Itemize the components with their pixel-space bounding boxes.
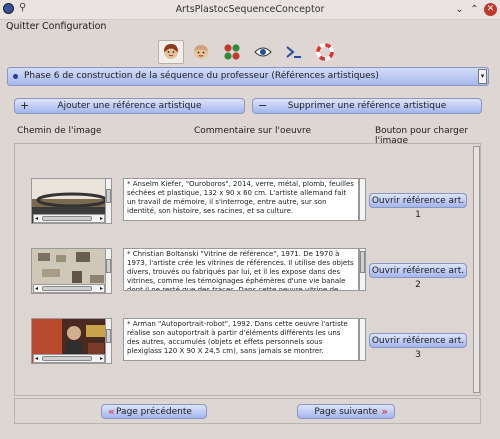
phase-select-value: Phase 6 de construction de la séquence d… <box>24 71 379 81</box>
image-vertical-scrollbar[interactable] <box>105 248 112 294</box>
pagination-bar <box>14 398 481 424</box>
maximize-icon[interactable]: ⌃ <box>468 3 481 16</box>
comment-field-2[interactable]: * Christian Boltanski "Vitrine de référe… <box>123 248 359 291</box>
remove-reference-button[interactable]: − Supprimer une référence artistique <box>252 98 482 114</box>
open-reference-2-button[interactable]: Ouvrir référence art. 2 <box>369 263 467 290</box>
minimize-icon[interactable]: ⌄ <box>453 3 466 16</box>
phase-select[interactable]: Phase 6 de construction de la séquence d… <box>7 67 489 86</box>
minus-icon: − <box>258 99 268 112</box>
menu-bar: Quitter Configuration <box>0 19 500 35</box>
help-lifebuoy-icon[interactable] <box>312 40 338 64</box>
double-left-arrow-icon: « <box>108 405 115 418</box>
comment-scrollbar[interactable] <box>359 318 366 361</box>
next-page-button[interactable]: Page suivante » <box>297 404 395 419</box>
image-horizontal-scrollbar[interactable]: ◂ ▸ <box>33 354 105 363</box>
teacher-icon[interactable] <box>158 40 184 64</box>
chevron-down-icon[interactable]: ▾ <box>478 69 487 84</box>
column-header-comment: Commentaire sur l'oeuvre <box>194 126 312 136</box>
student-icon[interactable] <box>188 40 214 64</box>
close-icon[interactable]: ✕ <box>484 3 497 16</box>
menu-quit[interactable]: Quitter <box>6 21 39 32</box>
add-reference-button[interactable]: + Ajouter une référence artistique <box>14 98 245 114</box>
image-horizontal-scrollbar[interactable]: ◂ ▸ <box>33 214 105 223</box>
menu-configuration[interactable]: Configuration <box>42 21 106 32</box>
view-icon[interactable] <box>250 40 276 64</box>
comment-scrollbar[interactable] <box>359 178 366 221</box>
panel-scrollbar[interactable] <box>473 146 480 393</box>
window-title: ArtsPlastocSequenceConceptor <box>175 4 325 15</box>
column-header-path: Chemin de l'image <box>17 126 102 136</box>
comment-field-3[interactable]: * Arman "Autoportrait-robot", 1992. Dans… <box>123 318 359 361</box>
image-horizontal-scrollbar[interactable]: ◂ ▸ <box>33 284 105 293</box>
groups-icon[interactable] <box>219 40 245 64</box>
open-reference-1-button[interactable]: Ouvrir référence art. 1 <box>369 193 467 220</box>
plus-icon: + <box>20 99 30 112</box>
terminal-icon[interactable] <box>281 40 307 64</box>
image-vertical-scrollbar[interactable] <box>105 178 112 224</box>
title-bar: ⚲ ArtsPlastocSequenceConceptor ⌄ ⌃ ✕ <box>0 0 500 20</box>
bullet-icon <box>13 74 18 79</box>
previous-page-button[interactable]: « Page précédente <box>101 404 207 419</box>
image-vertical-scrollbar[interactable] <box>105 318 112 364</box>
open-reference-3-button[interactable]: Ouvrir référence art. 3 <box>369 333 467 360</box>
comment-scrollbar[interactable] <box>359 248 366 291</box>
comment-field-1[interactable]: * Anselm Kiefer, "Ouroboros", 2014, verr… <box>123 178 359 221</box>
double-right-arrow-icon: » <box>381 405 388 418</box>
references-panel[interactable]: ◂ ▸ * Anselm Kiefer, "Ouroboros", 2014, v… <box>14 143 481 396</box>
